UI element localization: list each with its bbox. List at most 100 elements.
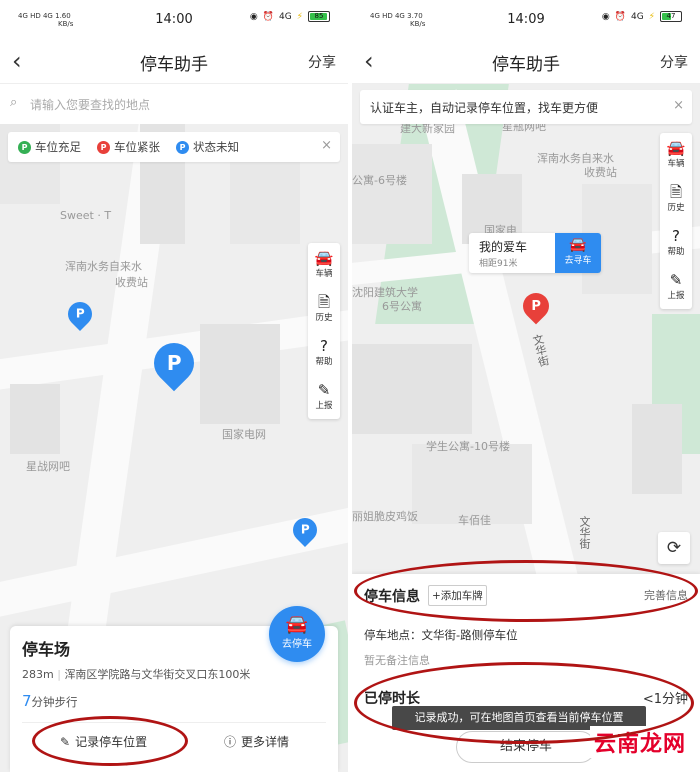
search-bar[interactable]: ⌕ 请输入您要查找的地点 (0, 84, 348, 124)
go-park-button[interactable]: 🚘 去停车 (269, 606, 325, 662)
tool-report[interactable]: ✎ 上报 (308, 375, 340, 419)
tool-label: 帮助 (667, 247, 685, 257)
map-label-street: 文华街 (530, 332, 551, 368)
map-label-shop: 丽姐脆皮鸡饭 (352, 510, 418, 523)
map-label-car: 车佰佳 (458, 514, 491, 527)
location-icon: ◉ (601, 11, 610, 22)
nav-bar: ‹ 停车助手 分享 (352, 40, 700, 84)
edit-icon: ✎ (317, 381, 331, 399)
tool-history[interactable]: 🗎 历史 (660, 177, 692, 221)
tool-label: 上报 (667, 291, 685, 301)
help-icon: ? (320, 337, 328, 355)
details-label: 更多详情 (241, 735, 290, 749)
refresh-button[interactable]: ⟳ (658, 532, 690, 564)
battery-icon: 85 (308, 11, 330, 22)
map-label-water: 浑南水务自来水 (65, 260, 142, 273)
go-park-label: 去停车 (282, 639, 312, 650)
green-pin-icon: P (18, 140, 31, 154)
highlight-oval (32, 716, 188, 766)
tool-vehicle[interactable]: 🚘 车辆 (308, 243, 340, 287)
tool-history[interactable]: 🗎 历史 (308, 287, 340, 331)
location-icon: ◉ (249, 11, 258, 22)
highlight-oval (354, 662, 694, 744)
legend-available-label: 车位充足 (35, 140, 81, 154)
car-icon: 🚘 (569, 237, 587, 253)
tool-label: 帮助 (315, 357, 333, 367)
battery-icon: 47 (660, 11, 682, 22)
signal-icon: 4G (630, 11, 644, 22)
history-icon: 🗎 (669, 183, 683, 201)
map-label-water2: 收费站 (584, 166, 617, 179)
parking-name: 停车场 (22, 640, 71, 659)
my-car-title: 我的爱车 (479, 240, 528, 254)
car-icon: 🚘 (314, 249, 334, 267)
charging-icon: ⚡ (648, 11, 655, 22)
highlight-oval (354, 560, 698, 622)
share-button[interactable]: 分享 (308, 52, 336, 72)
alarm-icon: ⏰ (262, 11, 274, 22)
help-icon: ? (672, 227, 680, 245)
search-input[interactable]: 请输入您要查找的地点 (30, 96, 150, 113)
tool-label: 历史 (315, 313, 333, 323)
walk-suffix: 分钟步行 (31, 695, 78, 709)
legend-available: P 车位充足 (18, 139, 81, 155)
close-icon[interactable]: × (673, 98, 684, 113)
right-screen: 建大新家园 星瓶网吧 浑南水务自来水 收费站 公寓-6号楼 国家电 沈阳建筑大学… (352, 0, 700, 772)
my-car-card[interactable]: 我的爱车 相距91米 🚘 去寻车 (469, 233, 601, 273)
legend-tight: P 车位紧张 (97, 139, 160, 155)
tool-label: 历史 (667, 203, 685, 213)
tool-report[interactable]: ✎ 上报 (660, 265, 692, 309)
battery-level: 47 (666, 12, 676, 20)
map-label-bar: 星战网吧 (26, 460, 70, 473)
map-label-water2: 收费站 (115, 276, 148, 289)
tool-help[interactable]: ? 帮助 (660, 221, 692, 265)
more-details-button[interactable]: ⓘ 更多详情 (224, 733, 289, 750)
parking-note[interactable]: 暂无备注信息 (364, 652, 430, 668)
share-button[interactable]: 分享 (660, 52, 688, 72)
legend-unknown-label: 状态未知 (193, 140, 239, 154)
status-bar: 4G HD 4G 1.60 KB/s 14:00 ◉ ⏰ 4G ⚡ 85 (0, 0, 348, 40)
car-icon: 🚘 (666, 139, 686, 157)
map-label-apt10: 学生公寓-10号楼 (426, 440, 510, 453)
refresh-icon: ⟳ (666, 538, 682, 558)
status-bar: 4G HD 4G 3.70 KB/s 14:09 ◉ ⏰ 4G ⚡ 47 (352, 0, 700, 40)
history-icon: 🗎 (317, 293, 331, 311)
map-label-grid: 国家电网 (222, 428, 266, 441)
page-title: 停车助手 (492, 55, 560, 75)
close-icon[interactable]: × (321, 138, 332, 153)
page-title: 停车助手 (140, 55, 208, 75)
tool-label: 车辆 (667, 159, 685, 169)
find-car-label: 去寻车 (564, 256, 592, 266)
map-label-univ2: 6号公寓 (382, 300, 422, 313)
nav-bar: ‹ 停车助手 分享 (0, 40, 348, 84)
battery-level: 85 (314, 12, 324, 20)
tool-vehicle[interactable]: 🚘 车辆 (660, 133, 692, 177)
tool-label: 车辆 (315, 269, 333, 279)
blue-pin-icon: P (176, 140, 189, 154)
alarm-icon: ⏰ (614, 11, 626, 22)
find-car-button[interactable]: 🚘 去寻车 (555, 233, 601, 273)
map-toolbar: 🚘 车辆 🗎 历史 ? 帮助 ✎ 上报 (308, 243, 340, 419)
left-screen: Sweet · T 浑南水务自来水 收费站 国家电网 星战网吧 P P P 4G… (0, 0, 348, 772)
map-label-street2: 文华街 (578, 516, 591, 549)
map-label-sweet: Sweet · T (60, 209, 112, 222)
red-pin-icon: P (97, 140, 110, 154)
parking-legend: P 车位充足 P 车位紧张 P 状态未知 × (8, 132, 340, 162)
parking-distance: 283m (22, 668, 54, 681)
car-icon: 🚘 (285, 614, 309, 635)
legend-unknown: P 状态未知 (176, 139, 239, 155)
tool-help[interactable]: ? 帮助 (308, 331, 340, 375)
edit-icon: ✎ (669, 271, 683, 289)
tool-label: 上报 (315, 401, 333, 411)
my-car-distance: 相距91米 (479, 259, 518, 269)
banner-text: 认证车主，自动记录停车位置，找车更方便 (370, 101, 599, 115)
search-icon: ⌕ (10, 95, 18, 110)
verify-banner[interactable]: 认证车主，自动记录停车位置，找车更方便 × (360, 90, 692, 124)
charging-icon: ⚡ (296, 11, 303, 22)
map-toolbar: 🚘 车辆 🗎 历史 ? 帮助 ✎ 上报 (660, 133, 692, 309)
walk-minutes: 7 (22, 692, 32, 710)
legend-tight-label: 车位紧张 (114, 140, 160, 154)
info-icon: ⓘ (224, 735, 237, 749)
map-label-apt6: 公寓-6号楼 (352, 174, 407, 187)
parking-location: 停车地点：文华街-路侧停车位 (364, 628, 518, 642)
